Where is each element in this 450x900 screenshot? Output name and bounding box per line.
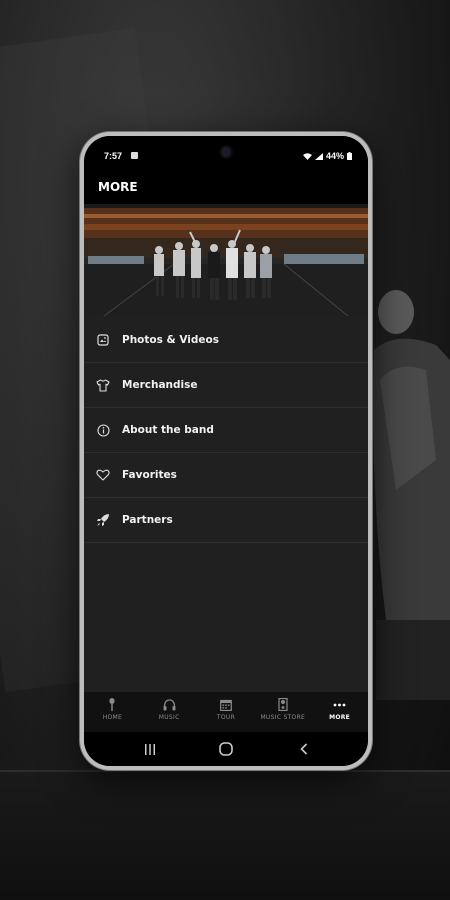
rocket-icon xyxy=(96,513,110,527)
tab-home[interactable]: HOME xyxy=(84,692,141,732)
more-dots-icon xyxy=(333,698,347,711)
tab-more[interactable]: MORE xyxy=(311,692,368,732)
recent-apps-button[interactable] xyxy=(142,741,158,757)
microphone-icon xyxy=(105,698,119,711)
page-title: MORE xyxy=(98,180,138,194)
battery-percent: 44% xyxy=(325,151,344,161)
home-button[interactable] xyxy=(218,741,234,757)
phone-frame: 7:57 44% MORE Photos & Videos Merchandis… xyxy=(80,132,372,770)
menu-item-label: Photos & Videos xyxy=(122,334,219,346)
menu-item-label: Merchandise xyxy=(122,379,198,391)
guitar-amp-icon xyxy=(276,698,290,711)
app-screen: 7:57 44% MORE Photos & Videos Merchandis… xyxy=(84,136,368,766)
background-stage-edge xyxy=(0,770,450,772)
background-floor xyxy=(0,770,450,900)
front-camera xyxy=(221,147,231,157)
menu-item-photos-videos[interactable]: Photos & Videos xyxy=(84,318,368,363)
signal-icon xyxy=(314,152,323,160)
tab-tour[interactable]: TOUR xyxy=(198,692,255,732)
wifi-icon xyxy=(302,152,312,160)
headphones-icon xyxy=(162,698,176,711)
menu-item-label: About the band xyxy=(122,424,214,436)
menu-item-about-band[interactable]: About the band xyxy=(84,408,368,453)
bottom-tab-bar: HOME MUSIC TOUR MUSIC STORE MORE xyxy=(84,692,368,732)
calendar-icon xyxy=(219,698,233,711)
menu-item-label: Favorites xyxy=(122,469,177,481)
status-bar: 7:57 44% xyxy=(84,136,368,170)
status-indicators: 44% xyxy=(302,151,352,161)
info-icon xyxy=(96,423,110,437)
background-performer-silhouette xyxy=(373,290,450,700)
heart-icon xyxy=(96,468,110,482)
tab-label: TOUR xyxy=(216,714,236,721)
android-nav-bar xyxy=(84,732,368,766)
battery-icon xyxy=(347,152,352,160)
notification-icon xyxy=(131,152,138,159)
tab-label: HOME xyxy=(102,714,123,721)
menu-item-label: Partners xyxy=(122,514,173,526)
status-time: 7:57 xyxy=(104,151,123,161)
tab-label: MUSIC xyxy=(158,714,180,721)
band-stage-photo xyxy=(84,204,368,316)
tab-label: MUSIC STORE xyxy=(260,714,306,721)
tab-music[interactable]: MUSIC xyxy=(141,692,198,732)
page-header: MORE xyxy=(84,170,368,204)
more-menu-list: Photos & Videos Merchandise About the ba… xyxy=(84,318,368,543)
menu-item-merchandise[interactable]: Merchandise xyxy=(84,363,368,408)
back-button[interactable] xyxy=(296,741,312,757)
menu-item-favorites[interactable]: Favorites xyxy=(84,453,368,498)
tab-music-store[interactable]: MUSIC STORE xyxy=(254,692,311,732)
menu-item-partners[interactable]: Partners xyxy=(84,498,368,543)
tshirt-icon xyxy=(96,378,110,392)
tab-label: MORE xyxy=(329,714,351,721)
photo-album-icon xyxy=(96,333,110,347)
